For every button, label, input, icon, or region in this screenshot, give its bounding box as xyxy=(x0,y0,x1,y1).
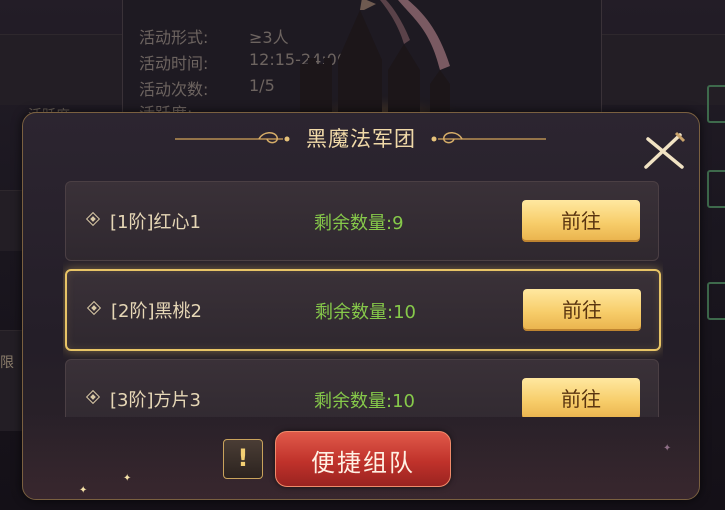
info-label: 活动时间: xyxy=(139,54,209,73)
item-name: [1阶]红心1 xyxy=(110,212,201,233)
item-remain: 剩余数量:9 xyxy=(314,209,404,235)
info-value: 1/5 xyxy=(249,76,275,95)
item-remain: 剩余数量:10 xyxy=(314,387,415,413)
exclamation-icon: ! xyxy=(237,444,249,472)
bg-label: 限 xyxy=(0,355,14,371)
sparkle-icon: ✦ xyxy=(123,473,132,484)
list-item: [1阶]红心1 剩余数量:9 前往 xyxy=(65,181,659,261)
quick-team-button[interactable]: 便捷组队 xyxy=(275,431,451,487)
close-crossed-swords-icon[interactable] xyxy=(640,131,688,171)
info-row: 活动时间: 12:15-24:00 xyxy=(139,50,347,74)
dialog-header: 黑魔法军团 xyxy=(23,113,699,169)
item-name: [2阶]黑桃2 xyxy=(111,301,202,322)
bg-panel-left-low xyxy=(0,330,22,431)
info-label: 活动次数: xyxy=(139,80,209,99)
go-button[interactable]: 前往 xyxy=(522,378,640,417)
info-row: 活动形式: ≥3人 xyxy=(139,24,289,48)
diamond-bullet-icon xyxy=(86,300,102,316)
remain-count: 10 xyxy=(392,391,415,412)
sparkle-icon: ✦ xyxy=(79,485,88,496)
legion-dialog: 黑魔法军团 [1阶]红心1 剩余数量:9 前往 [2阶]黑桃2 剩余数量:10 … xyxy=(22,112,700,500)
item-remain: 剩余数量:10 xyxy=(315,298,416,324)
title-ornament-right-icon xyxy=(431,132,546,144)
remain-label: 剩余数量: xyxy=(314,391,393,412)
bg-green-tag xyxy=(707,170,725,208)
info-label: 活动形式: xyxy=(139,28,209,47)
quick-team-label: 便捷组队 xyxy=(311,449,415,477)
info-row: 活动次数: 1/5 xyxy=(139,76,275,100)
list-item: [3阶]方片3 剩余数量:10 前往 xyxy=(65,359,659,417)
list-item-selected: [2阶]黑桃2 剩余数量:10 前往 xyxy=(65,269,661,351)
bg-panel-left-top xyxy=(0,34,122,105)
remain-label: 剩余数量: xyxy=(314,213,393,234)
dialog-title: 黑魔法军团 xyxy=(306,127,416,151)
remain-label: 剩余数量: xyxy=(315,302,394,323)
bg-green-tag xyxy=(707,282,725,320)
sparkle-icon: ✦ xyxy=(663,443,672,454)
go-button[interactable]: 前往 xyxy=(523,289,641,331)
bg-green-tag xyxy=(707,85,725,123)
bg-panel-left-mid xyxy=(0,190,22,251)
remain-count: 10 xyxy=(393,302,416,323)
item-name: [3阶]方片3 xyxy=(110,390,201,411)
remain-count: 9 xyxy=(392,213,404,234)
legion-list[interactable]: [1阶]红心1 剩余数量:9 前往 [2阶]黑桃2 剩余数量:10 前往 [3阶… xyxy=(63,171,663,417)
exclamation-info-button[interactable]: ! xyxy=(223,439,263,479)
go-button[interactable]: 前往 xyxy=(522,200,640,242)
diamond-bullet-icon xyxy=(85,389,101,405)
diamond-bullet-icon xyxy=(85,211,101,227)
